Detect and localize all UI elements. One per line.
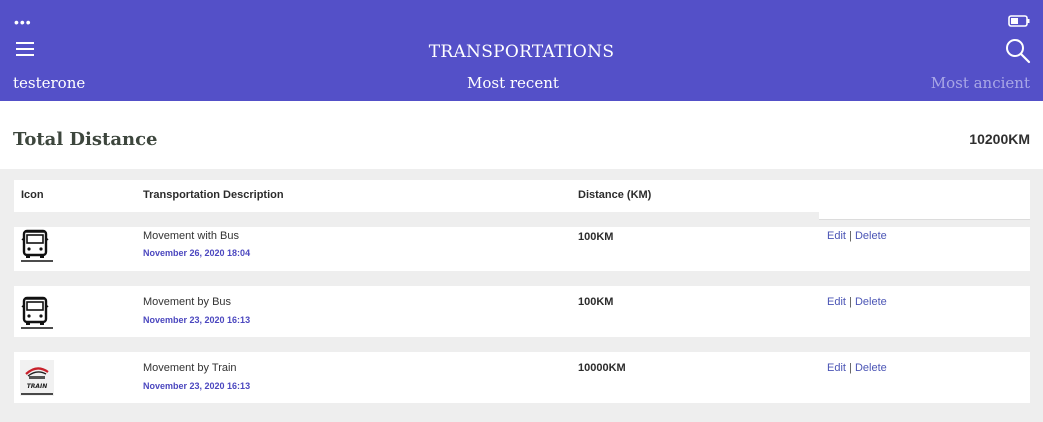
row-actions: Edit | Delete: [827, 362, 887, 374]
app-header: ••• TRANSPORTATIONS testerone Most recen…: [0, 0, 1043, 101]
table-header-spacer: [819, 212, 1030, 219]
table-row: Movement with Bus November 26, 2020 18:0…: [14, 227, 1030, 271]
train-icon-text: TRAIN: [27, 383, 48, 390]
more-dots-icon[interactable]: •••: [14, 15, 32, 29]
battery-icon: [1008, 15, 1030, 27]
transport-description: Movement with Bus: [143, 230, 239, 242]
table-row: TRAIN Movement by Train November 23, 202…: [14, 352, 1030, 403]
action-separator: |: [849, 362, 852, 374]
bus-icon: [21, 229, 53, 262]
table-row: Movement by Bus November 23, 2020 16:13 …: [14, 286, 1030, 337]
train-icon: TRAIN: [20, 360, 54, 396]
transport-distance: 10000KM: [578, 362, 626, 374]
edit-link[interactable]: Edit: [827, 362, 846, 374]
search-icon[interactable]: [1005, 38, 1031, 64]
row-actions: Edit | Delete: [827, 230, 887, 242]
row-actions: Edit | Delete: [827, 296, 887, 308]
bus-icon: [21, 296, 53, 329]
sort-most-ancient-button[interactable]: Most ancient: [931, 74, 1030, 92]
delete-link[interactable]: Delete: [855, 230, 887, 242]
delete-link[interactable]: Delete: [855, 296, 887, 308]
action-separator: |: [849, 296, 852, 308]
column-header-distance: Distance (KM): [578, 189, 652, 201]
transport-distance: 100KM: [578, 231, 614, 243]
action-separator: |: [849, 230, 852, 242]
transport-description: Movement by Train: [143, 362, 237, 374]
transport-date: November 23, 2020 16:13: [143, 381, 251, 391]
column-header-description: Transportation Description: [143, 189, 284, 201]
transport-distance: 100KM: [578, 296, 614, 308]
page-title: TRANSPORTATIONS: [428, 42, 615, 62]
column-header-icon: Icon: [21, 189, 44, 201]
total-distance-value: 10200KM: [969, 131, 1030, 147]
delete-link[interactable]: Delete: [855, 362, 887, 374]
total-distance-panel: Total Distance 10200KM: [0, 101, 1043, 169]
sort-most-recent-button[interactable]: Most recent: [467, 74, 559, 92]
edit-link[interactable]: Edit: [827, 230, 846, 242]
transport-date: November 26, 2020 18:04: [143, 248, 251, 258]
transport-description: Movement by Bus: [143, 296, 232, 308]
edit-link[interactable]: Edit: [827, 296, 846, 308]
total-distance-label: Total Distance: [13, 129, 158, 150]
table-header: Icon Transportation Description Distance…: [14, 180, 1030, 212]
username-label: testerone: [13, 74, 86, 92]
table-header-divider: [819, 219, 1030, 220]
transport-date: November 23, 2020 16:13: [143, 315, 251, 325]
